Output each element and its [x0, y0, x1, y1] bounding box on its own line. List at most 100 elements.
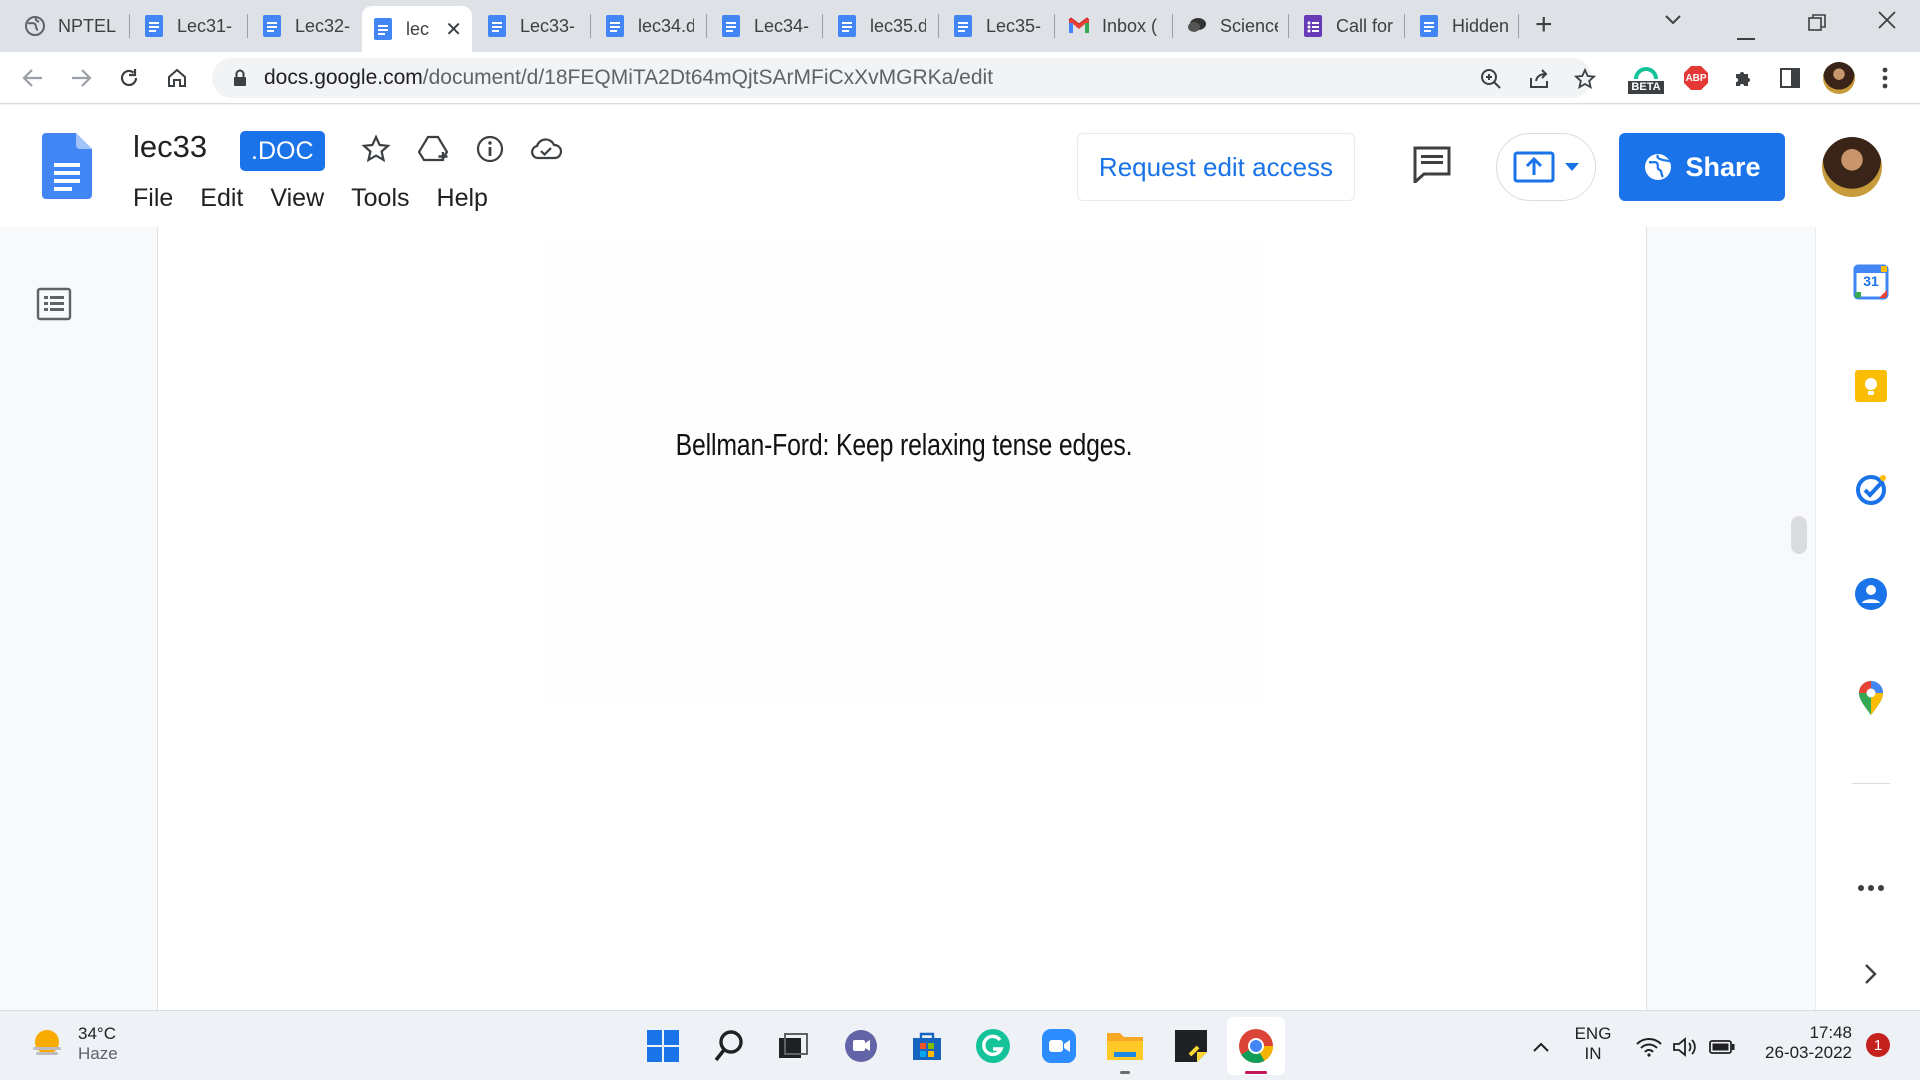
- lock-icon[interactable]: [226, 69, 254, 87]
- vertical-scrollbar-thumb[interactable]: [1791, 516, 1807, 554]
- tab-title: Lec33-: [520, 15, 576, 36]
- tab-title: Lec32-: [295, 15, 351, 36]
- tab-separator: [1054, 14, 1055, 38]
- menu-tools[interactable]: Tools: [351, 184, 409, 213]
- windows-taskbar: 34°C Haze ENG IN 17:48 26-03-2022: [0, 1010, 1920, 1080]
- tab-gmail-inbox[interactable]: Inbox (: [1058, 8, 1170, 44]
- file-explorer-icon[interactable]: [1105, 1026, 1145, 1066]
- file-format-badge: .DOC: [240, 131, 325, 171]
- cloud-status-icon[interactable]: [529, 132, 563, 166]
- tab-lec34-doc[interactable]: lec34.d: [594, 8, 704, 44]
- notification-badge[interactable]: 1: [1866, 1033, 1890, 1057]
- tab-nptel[interactable]: NPTEL: [14, 8, 126, 44]
- maps-icon[interactable]: [1852, 679, 1890, 717]
- expand-panel-chevron-icon[interactable]: [1852, 955, 1890, 993]
- adblock-extension-icon[interactable]: ABP: [1682, 64, 1710, 92]
- tab-title: Science: [1220, 15, 1278, 36]
- battery-icon[interactable]: [1702, 1029, 1742, 1065]
- tab-hidden[interactable]: Hidden: [1408, 8, 1518, 44]
- menu-view[interactable]: View: [270, 184, 324, 213]
- menu-help[interactable]: Help: [437, 184, 488, 213]
- extensions-puzzle-icon[interactable]: [1730, 64, 1758, 92]
- tab-lec33[interactable]: Lec33-: [476, 8, 586, 44]
- tab-lec32[interactable]: Lec32-: [251, 8, 361, 44]
- tab-search-chevron-icon[interactable]: [1664, 6, 1682, 32]
- add-to-drive-icon[interactable]: [417, 132, 451, 166]
- url-text: docs.google.com/document/d/18FEQMiTA2Dt6…: [264, 66, 993, 90]
- grammarly-beta-extension-icon[interactable]: BETA: [1626, 58, 1666, 98]
- tab-title: lec: [406, 18, 430, 39]
- more-vert-icon[interactable]: [1875, 64, 1895, 92]
- present-button[interactable]: [1496, 133, 1596, 201]
- request-edit-access-button[interactable]: Request edit access: [1077, 133, 1355, 201]
- share-button[interactable]: Share: [1619, 133, 1785, 201]
- task-view-icon[interactable]: [773, 1026, 813, 1066]
- volume-icon[interactable]: [1666, 1029, 1706, 1065]
- address-bar[interactable]: docs.google.com/document/d/18FEQMiTA2Dt6…: [212, 58, 1596, 98]
- tab-separator: [1288, 14, 1289, 38]
- share-label: Share: [1685, 151, 1761, 182]
- calendar-day: 31: [1863, 273, 1879, 289]
- new-tab-button[interactable]: +: [1535, 10, 1553, 40]
- forward-button[interactable]: [66, 63, 96, 93]
- tab-lec31[interactable]: Lec31-: [133, 8, 245, 44]
- account-avatar[interactable]: [1822, 137, 1882, 197]
- menu-file[interactable]: File: [133, 184, 173, 213]
- tab-title: NPTEL: [58, 15, 116, 36]
- grammarly-icon[interactable]: [973, 1026, 1013, 1066]
- wifi-icon[interactable]: [1627, 1029, 1671, 1065]
- keep-icon[interactable]: [1852, 367, 1890, 405]
- close-window-button[interactable]: [1877, 10, 1897, 36]
- embedded-slide-image[interactable]: Bellman-Ford: Keep relaxing tense edges.: [544, 241, 1264, 705]
- more-horiz-icon[interactable]: [1852, 869, 1890, 907]
- teams-chat-icon[interactable]: [841, 1026, 881, 1066]
- docs-icon: [836, 15, 858, 37]
- bookmark-star-icon[interactable]: [1572, 66, 1598, 92]
- tab-lec35[interactable]: Lec35-: [942, 8, 1052, 44]
- tab-lec35-doc[interactable]: lec35.d: [826, 8, 936, 44]
- minimize-button[interactable]: [1737, 20, 1755, 46]
- back-button[interactable]: [18, 63, 48, 93]
- star-icon[interactable]: [359, 132, 393, 166]
- docs-logo-icon[interactable]: [42, 133, 92, 204]
- tasks-icon[interactable]: [1852, 471, 1890, 509]
- zoom-icon[interactable]: [1478, 66, 1504, 92]
- document-outline-icon[interactable]: [36, 287, 72, 326]
- tab-title: Hidden: [1452, 15, 1508, 36]
- comment-history-icon[interactable]: [1412, 145, 1452, 188]
- tab-science[interactable]: Science: [1176, 8, 1288, 44]
- home-button[interactable]: [162, 63, 192, 93]
- globe-icon: [24, 15, 46, 37]
- restore-button[interactable]: [1808, 12, 1826, 38]
- tab-lec33-active[interactable]: lec ✕: [362, 6, 472, 52]
- forms-icon: [1302, 15, 1324, 37]
- tab-title: Lec35-: [986, 15, 1042, 36]
- document-page[interactable]: Bellman-Ford: Keep relaxing tense edges.: [157, 227, 1647, 1010]
- side-panel-icon[interactable]: [1776, 64, 1804, 92]
- tab-lec34[interactable]: Lec34-: [710, 8, 820, 44]
- clock[interactable]: 17:48 26-03-2022: [1752, 1023, 1852, 1063]
- input-language[interactable]: ENG IN: [1571, 1024, 1615, 1064]
- reload-button[interactable]: [114, 63, 144, 93]
- close-icon[interactable]: ✕: [445, 17, 462, 42]
- tab-title: Inbox (: [1102, 15, 1158, 36]
- share-page-icon[interactable]: [1526, 66, 1552, 92]
- tab-separator: [938, 14, 939, 38]
- weather-widget[interactable]: 34°C Haze: [30, 1024, 118, 1064]
- show-hidden-icons-chevron[interactable]: [1521, 1029, 1561, 1065]
- browser-profile-avatar[interactable]: [1823, 62, 1855, 94]
- microsoft-store-icon[interactable]: [907, 1026, 947, 1066]
- docs-icon: [372, 18, 394, 40]
- info-icon[interactable]: [473, 132, 507, 166]
- sticky-notes-icon[interactable]: [1171, 1026, 1211, 1066]
- tab-call-for[interactable]: Call for: [1292, 8, 1404, 44]
- tab-title: Lec34-: [754, 15, 810, 36]
- chrome-icon[interactable]: [1227, 1017, 1285, 1075]
- zoom-app-icon[interactable]: [1039, 1026, 1079, 1066]
- start-windows-icon[interactable]: [643, 1026, 683, 1066]
- search-icon[interactable]: [709, 1026, 749, 1066]
- menu-edit[interactable]: Edit: [200, 184, 243, 213]
- document-title[interactable]: lec33: [133, 129, 207, 165]
- contacts-icon[interactable]: [1852, 575, 1890, 613]
- calendar-icon[interactable]: 31: [1852, 263, 1890, 301]
